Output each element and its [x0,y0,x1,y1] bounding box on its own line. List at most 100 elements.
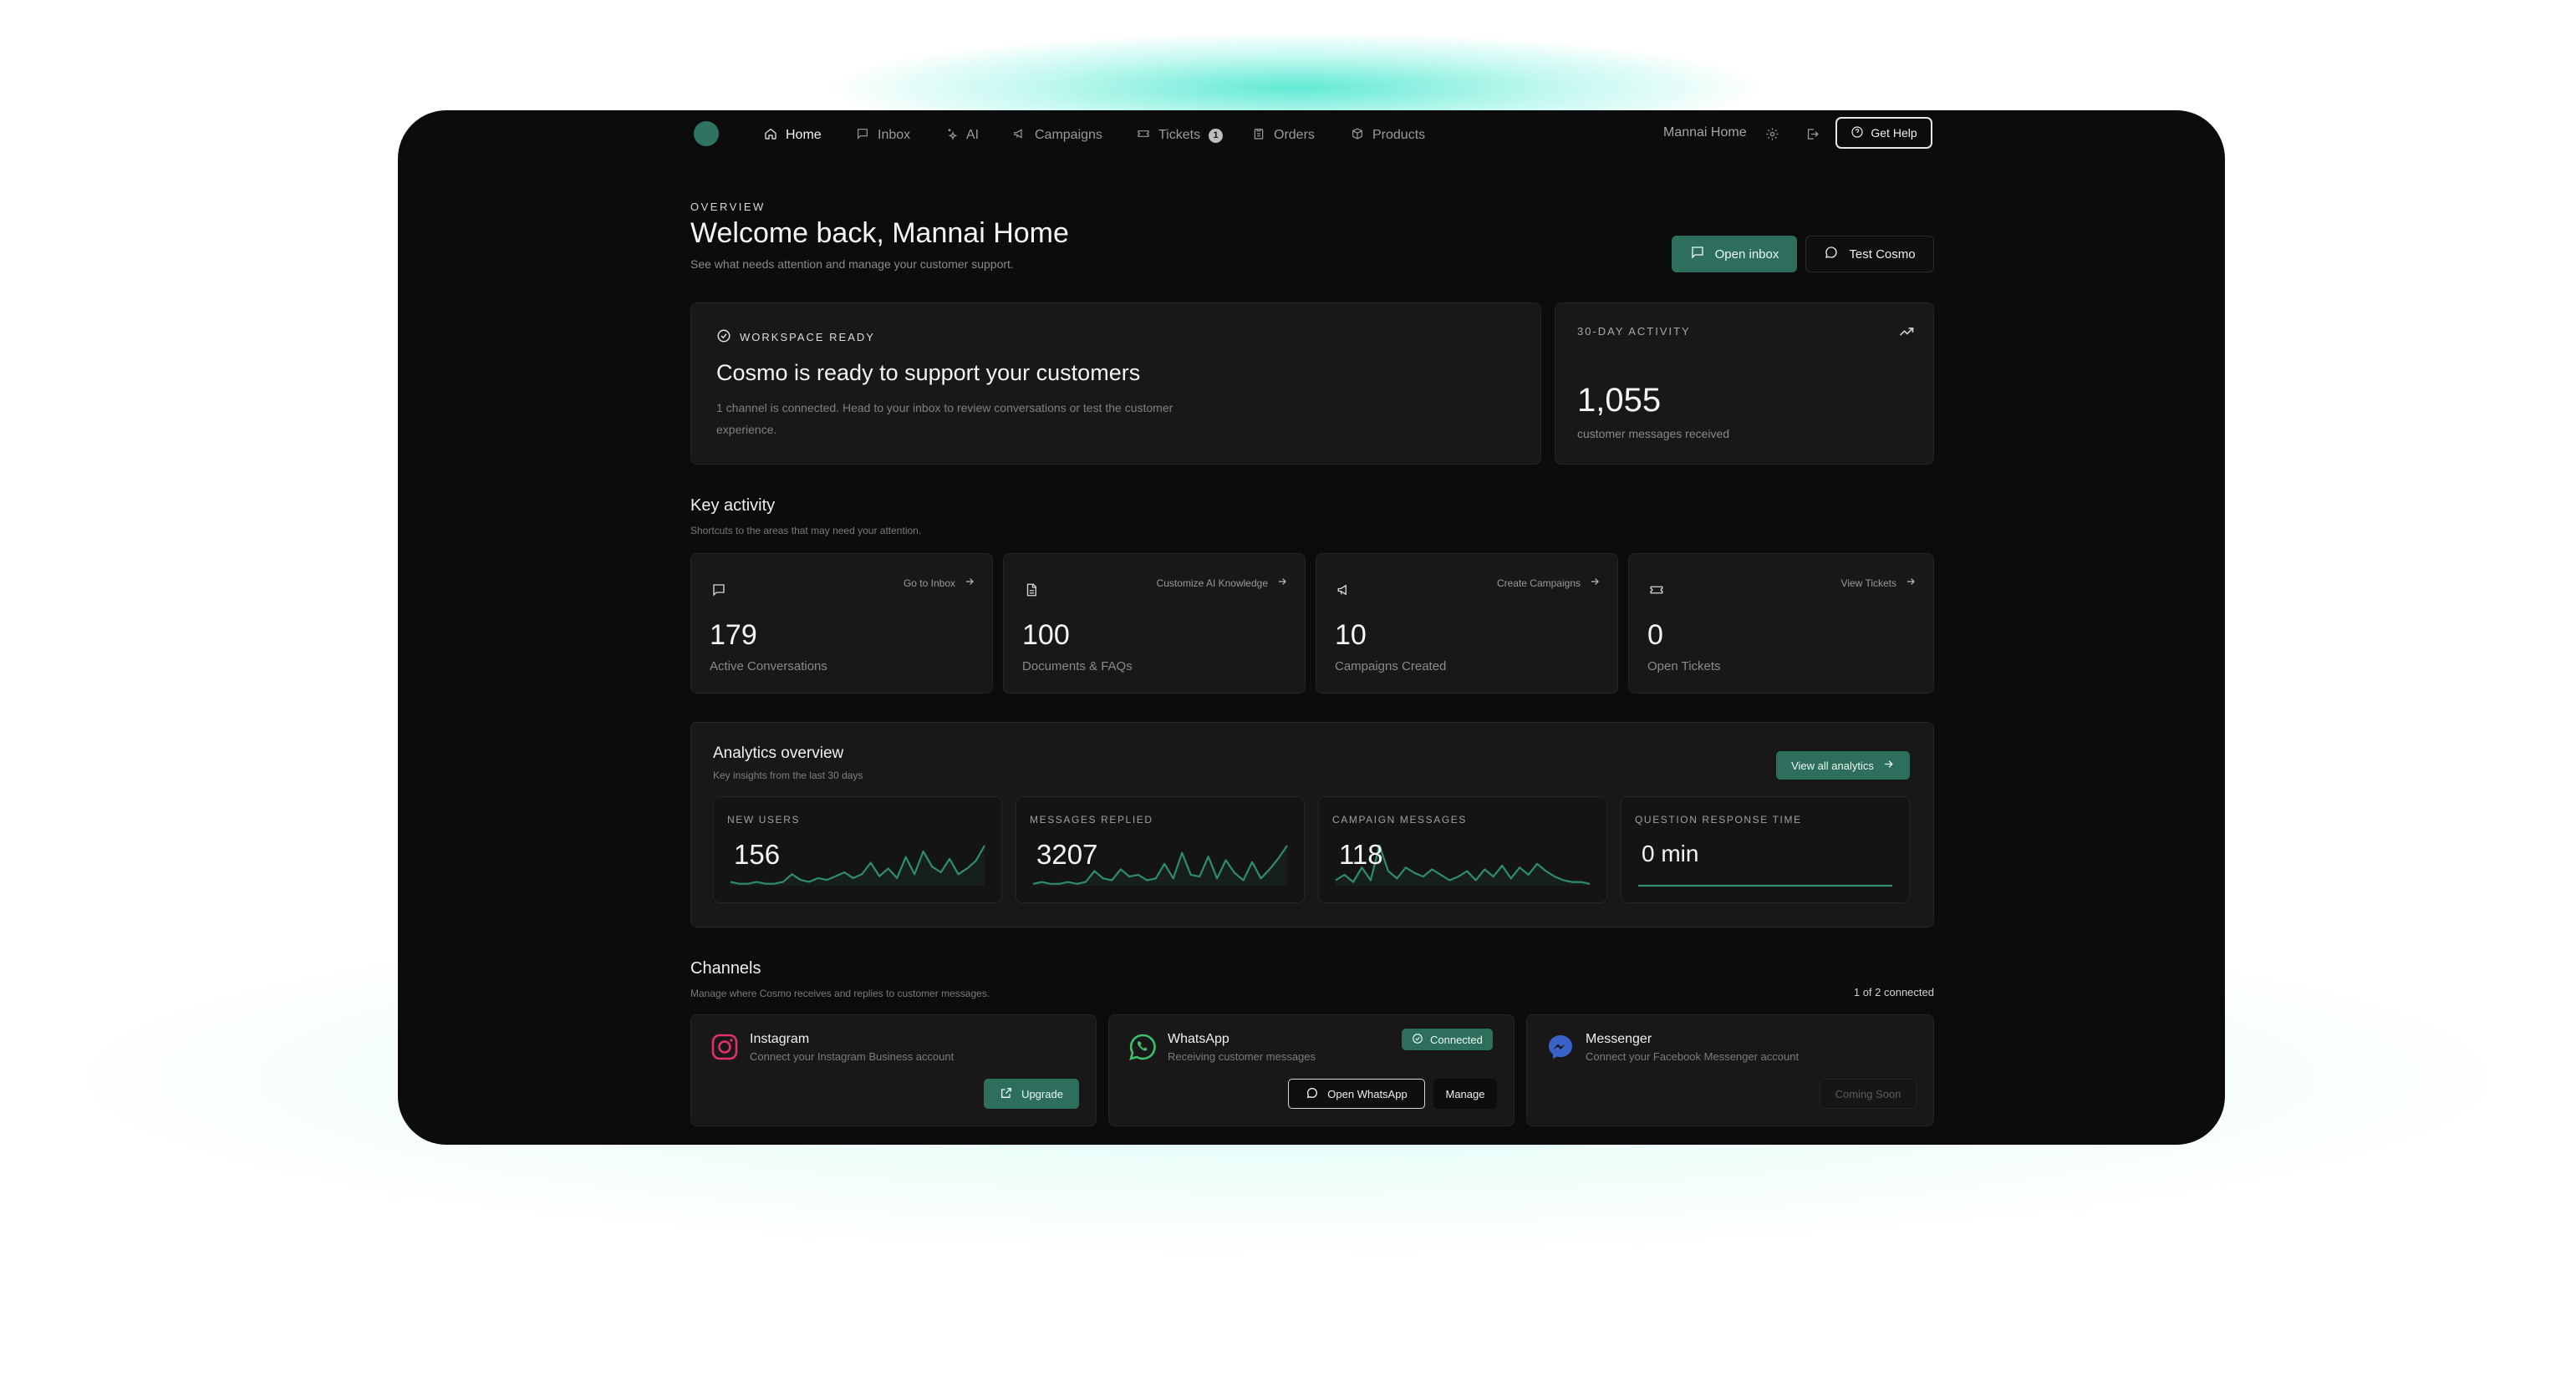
key-card-link-label: Create Campaigns [1496,577,1581,589]
workspace-title: Cosmo is ready to support your customers [716,360,1141,385]
channel-description: Connect your Facebook Messenger account [1586,1050,1800,1063]
customize-ai-knowledge-link[interactable]: Customize AI Knowledge [1157,576,1288,590]
channel-description: Connect your Instagram Business account [750,1050,955,1063]
nav-item-tickets[interactable]: Tickets 1 [1137,125,1224,145]
chat-icon [1690,245,1705,263]
metric-label: MESSAGES REPLIED [1030,814,1153,826]
connected-label: Connected [1430,1033,1483,1046]
logout-icon[interactable] [1802,124,1822,144]
upgrade-button[interactable]: Upgrade [984,1079,1079,1109]
document-icon [1024,582,1041,599]
check-circle-icon [1412,1033,1423,1047]
key-card-link-label: View Tickets [1840,577,1896,589]
workspace-description: 1 channel is connected. Head to your inb… [716,401,1173,436]
messenger-icon [1545,1032,1576,1062]
analytics-subtitle: Key insights from the last 30 days [713,770,863,781]
nav-label: Inbox [878,128,911,142]
key-card-value: 179 [710,619,757,651]
key-card-conversations[interactable]: Go to Inbox 179 Active Conversations [690,553,993,694]
arrow-right-icon [1589,576,1601,590]
nav-item-orders[interactable]: Orders [1252,125,1315,145]
nav-label: Products [1372,128,1426,142]
view-all-analytics-button[interactable]: View all analytics [1776,751,1910,780]
page-container: Home Inbox AI Campaigns Tickets 1 Orders… [690,110,1934,1145]
nav-item-home[interactable]: Home [764,125,822,145]
open-whatsapp-label: Open WhatsApp [1327,1087,1408,1100]
metric-value: 0 min [1642,841,1699,866]
metric-label: CAMPAIGN MESSAGES [1332,814,1468,826]
home-icon [764,127,777,145]
nav-label: Tickets [1158,128,1201,142]
nav-item-products[interactable]: Products [1351,125,1425,145]
nav-label: AI [966,128,980,142]
metric-campaign-messages: CAMPAIGN MESSAGES 118 [1318,796,1607,903]
channel-name: Instagram [750,1032,810,1046]
activity-label: 30-DAY ACTIVITY [1577,325,1691,338]
nav-label: Home [786,128,822,142]
nav-item-inbox[interactable]: Inbox [856,125,910,145]
whatsapp-icon [1128,1032,1158,1062]
key-card-link-label: Go to Inbox [903,577,955,589]
key-activity-title: Key activity [690,496,776,515]
key-card-campaigns[interactable]: Create Campaigns 10 Campaigns Created [1316,553,1618,694]
arrow-right-icon [1276,576,1288,590]
check-circle-icon [716,328,731,346]
nav-label: Orders [1274,128,1315,142]
metric-value: 118 [1339,839,1383,870]
channel-name: Messenger [1586,1032,1652,1046]
chat-bubble-icon [1306,1086,1319,1102]
ticket-icon [1649,582,1666,599]
page-subtitle: See what needs attention and manage your… [690,257,1014,271]
key-card-value: 100 [1022,619,1070,651]
workspace-status: WORKSPACE READY [716,328,875,346]
chat-icon [711,582,728,599]
metric-label: NEW USERS [727,814,801,826]
metric-value: 3207 [1036,839,1098,870]
channel-card-whatsapp: WhatsApp Receiving customer messages Con… [1108,1014,1515,1126]
view-tickets-link[interactable]: View Tickets [1841,576,1917,590]
key-card-documents[interactable]: Customize AI Knowledge 100 Documents & F… [1003,553,1306,694]
key-card-link-label: Customize AI Knowledge [1156,577,1268,589]
page-title: Welcome back, Mannai Home [690,217,1069,249]
open-inbox-label: Open inbox [1714,246,1779,262]
key-card-caption: Documents & FAQs [1022,659,1133,673]
ticket-icon [1137,127,1150,145]
metric-value: 156 [734,839,781,870]
clipboard-icon [1252,127,1265,145]
channel-name: WhatsApp [1168,1032,1229,1046]
channels-subtitle: Manage where Cosmo receives and replies … [690,988,990,999]
key-card-tickets[interactable]: View Tickets 0 Open Tickets [1628,553,1934,694]
box-icon [1351,127,1364,145]
settings-icon[interactable] [1762,124,1782,144]
open-inbox-button[interactable]: Open inbox [1672,236,1797,272]
tickets-count-badge: 1 [1209,128,1224,143]
metric-new-users: NEW USERS 156 [713,796,1002,903]
page-eyebrow: OVERVIEW [690,201,766,213]
test-cosmo-button[interactable]: Test Cosmo [1805,236,1934,272]
manage-button[interactable]: Manage [1433,1079,1497,1109]
key-card-value: 0 [1647,619,1663,651]
inbox-icon [856,127,869,145]
create-campaigns-link[interactable]: Create Campaigns [1497,576,1601,590]
connected-badge: Connected [1402,1029,1493,1050]
workspace-name[interactable]: Mannai Home [1663,125,1747,140]
arrow-right-icon [964,576,975,590]
get-help-label: Get Help [1871,126,1917,140]
top-nav: Home Inbox AI Campaigns Tickets 1 Orders… [690,110,1934,160]
channel-card-instagram: Instagram Connect your Instagram Busines… [690,1014,1097,1126]
test-cosmo-label: Test Cosmo [1849,246,1916,262]
go-to-inbox-link[interactable]: Go to Inbox [904,576,975,590]
channel-card-messenger: Messenger Connect your Facebook Messenge… [1526,1014,1934,1126]
key-card-caption: Active Conversations [710,659,827,673]
coming-soon-label: Coming Soon [1835,1087,1901,1100]
trend-up-icon [1898,323,1915,344]
metric-question-response-time: QUESTION RESPONSE TIME 0 min [1621,796,1910,903]
nav-item-campaigns[interactable]: Campaigns [1013,125,1102,145]
logo[interactable] [694,121,719,146]
channels-connected-count: 1 of 2 connected [1853,986,1934,998]
get-help-button[interactable]: Get Help [1835,117,1932,149]
open-whatsapp-button[interactable]: Open WhatsApp [1288,1079,1425,1109]
nav-item-ai[interactable]: AI [944,125,979,145]
key-card-caption: Open Tickets [1647,659,1721,673]
help-icon [1851,125,1864,141]
